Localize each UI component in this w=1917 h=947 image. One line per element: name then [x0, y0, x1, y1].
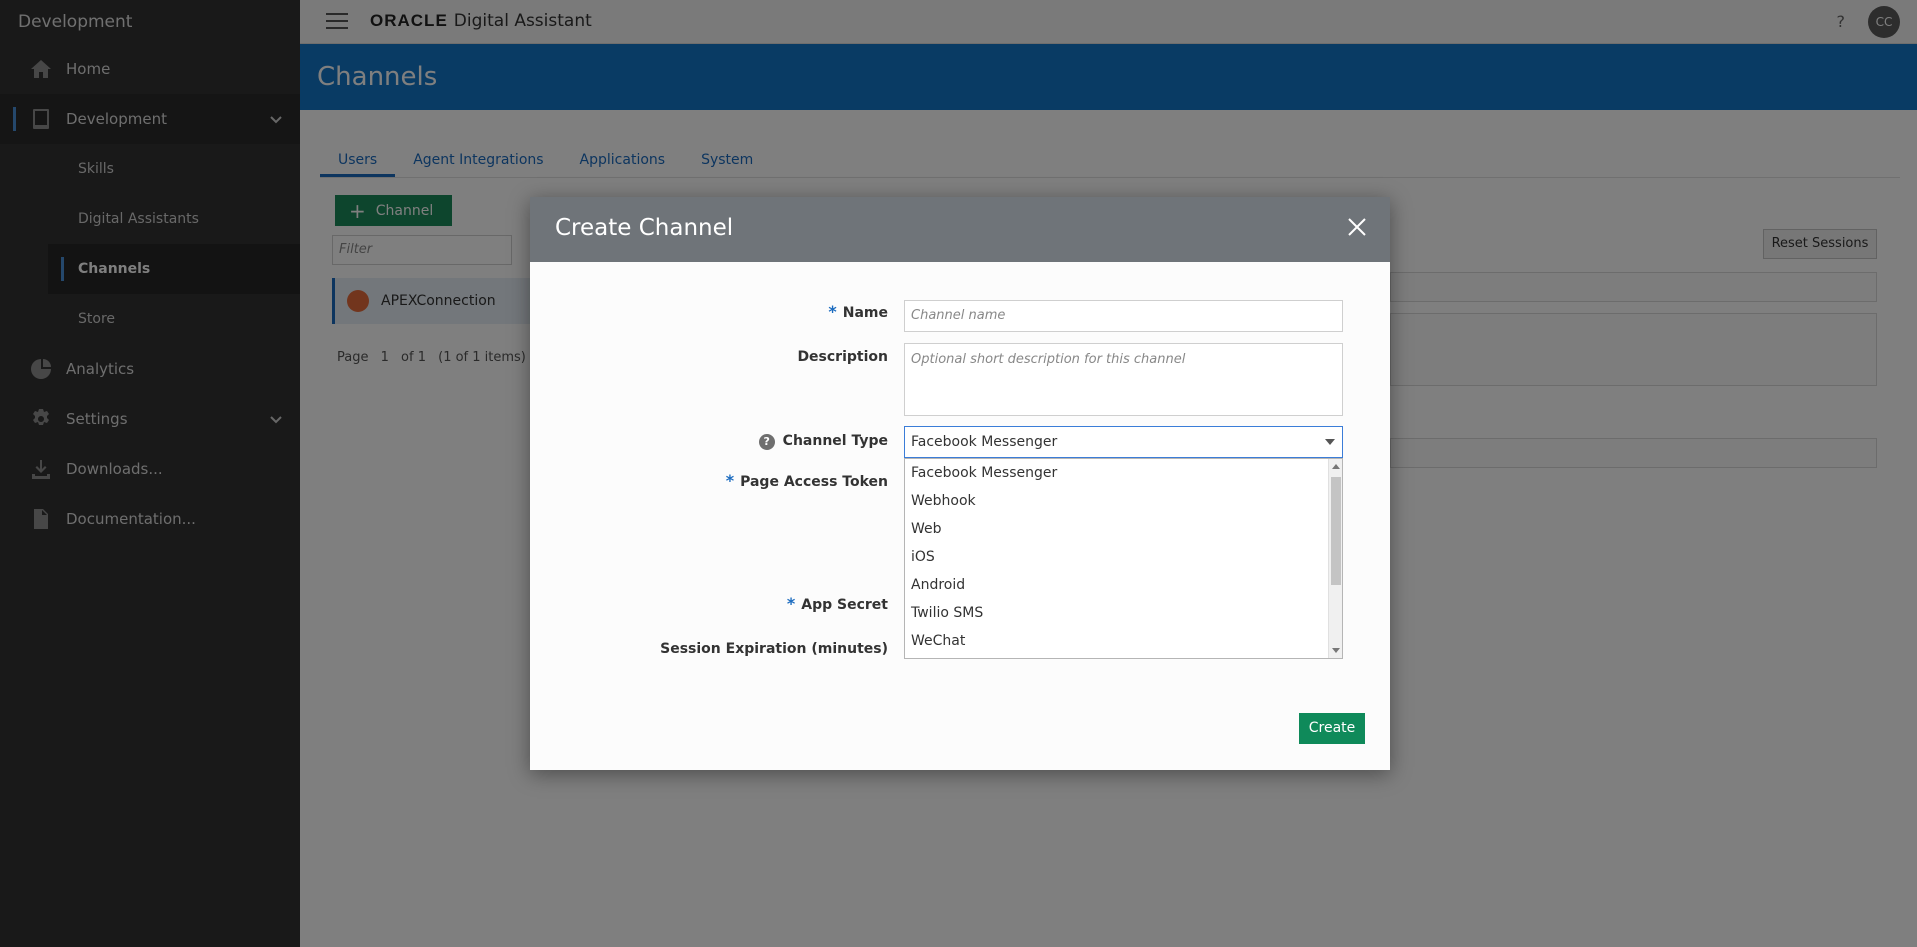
session-expiration-label: Session Expiration (minutes): [660, 641, 888, 657]
channel-type-select[interactable]: Facebook Messenger: [904, 426, 1343, 458]
app-secret-label: * App Secret: [786, 594, 888, 613]
dropdown-option-twilio-sms[interactable]: Twilio SMS: [905, 599, 1330, 627]
dialog-title: Create Channel: [555, 215, 734, 241]
channel-type-value: Facebook Messenger: [911, 434, 1058, 450]
channel-type-dropdown: Facebook Messenger Webhook Web iOS Andro…: [904, 458, 1343, 659]
scroll-down-icon[interactable]: [1332, 648, 1340, 653]
scroll-up-icon[interactable]: [1332, 464, 1340, 469]
name-label: * Name: [828, 302, 888, 321]
required-marker: *: [725, 471, 735, 490]
page-access-token-label: * Page Access Token: [725, 471, 888, 490]
dropdown-option-wechat[interactable]: WeChat: [905, 627, 1330, 655]
description-textarea[interactable]: Optional short description for this chan…: [904, 343, 1343, 416]
required-marker: *: [828, 302, 837, 321]
dropdown-option-android[interactable]: Android: [905, 571, 1330, 599]
dropdown-option-webhook[interactable]: Webhook: [905, 487, 1330, 515]
create-button[interactable]: Create: [1299, 713, 1365, 744]
required-marker: *: [786, 594, 796, 613]
description-label: Description: [797, 349, 888, 365]
caret-down-icon: [1325, 439, 1335, 445]
dropdown-option-ios[interactable]: iOS: [905, 543, 1330, 571]
channel-type-label: ? Channel Type: [608, 433, 888, 450]
help-icon[interactable]: ?: [758, 434, 775, 450]
dropdown-option-facebook-messenger[interactable]: Facebook Messenger: [905, 459, 1330, 487]
scroll-thumb[interactable]: [1331, 477, 1341, 585]
dropdown-option-web[interactable]: Web: [905, 515, 1330, 543]
dialog-header: Create Channel: [530, 197, 1390, 262]
create-channel-dialog: Create Channel * Name Channel name Descri…: [530, 197, 1390, 770]
name-input[interactable]: Channel name: [904, 300, 1343, 332]
close-icon[interactable]: [1346, 216, 1368, 238]
dropdown-scrollbar[interactable]: [1328, 459, 1342, 658]
